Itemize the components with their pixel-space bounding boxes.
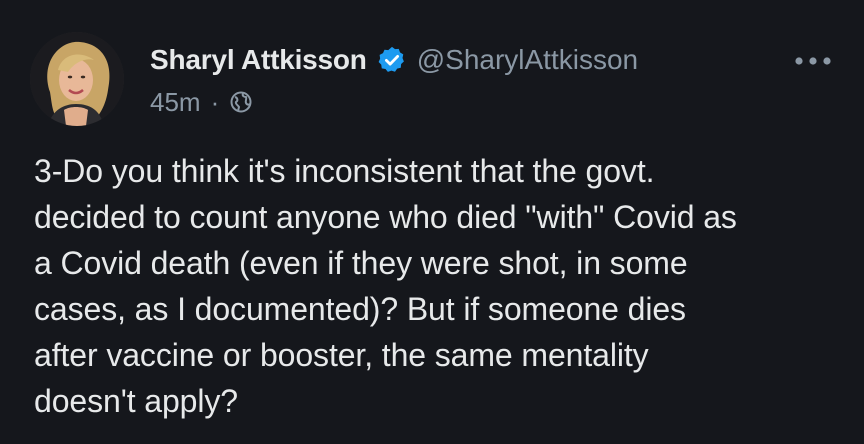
author-row: Sharyl Attkisson @SharylAttkisson	[150, 42, 638, 78]
tweet-text-line: after vaccine or booster, the same menta…	[34, 337, 649, 373]
tweet-text-line: decided to count anyone who died "with" …	[34, 199, 737, 235]
more-options-icon[interactable]	[790, 46, 836, 76]
tweet-card: Sharyl Attkisson @SharylAttkisson 45m ·	[0, 0, 864, 444]
avatar-image	[30, 32, 124, 126]
avatar[interactable]	[30, 32, 124, 126]
globe-icon	[229, 90, 253, 114]
timestamp[interactable]: 45m	[150, 87, 201, 118]
tweet-text-line: cases, as I documented)? But if someone …	[34, 291, 686, 327]
tweet-text-line: 3-Do you think it's inconsistent that th…	[34, 153, 655, 189]
tweet-text-line: a Covid death (even if they were shot, i…	[34, 245, 688, 281]
tweet-text: 3-Do you think it's inconsistent that th…	[34, 148, 834, 424]
display-name[interactable]: Sharyl Attkisson	[150, 44, 367, 76]
author-handle[interactable]: @SharylAttkisson	[417, 44, 638, 76]
verified-badge-icon	[377, 45, 407, 75]
tweet-meta: 45m ·	[150, 86, 253, 118]
tweet-text-line: doesn't apply?	[34, 383, 238, 419]
meta-separator: ·	[210, 86, 220, 117]
